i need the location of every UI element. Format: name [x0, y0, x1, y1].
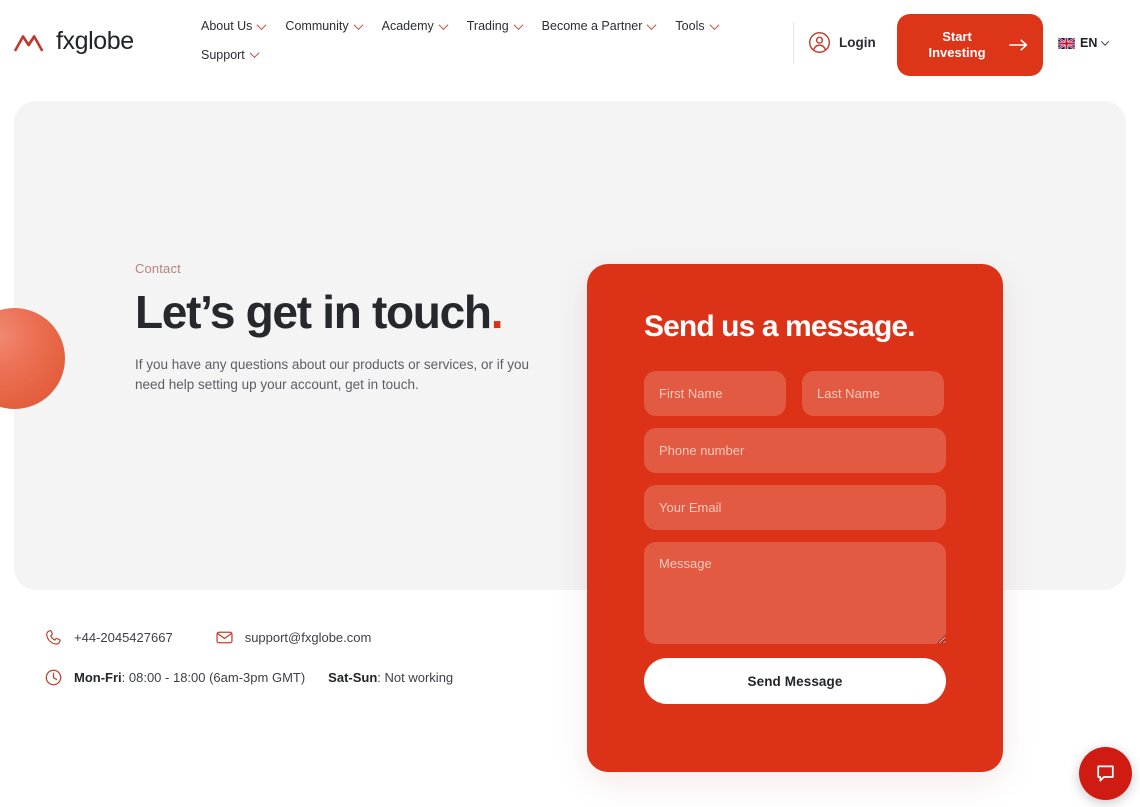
form-title: Send us a message. [644, 310, 916, 343]
email-input[interactable] [644, 485, 946, 530]
last-name-input[interactable] [802, 371, 944, 416]
hero-copy: Contact Let’s get in touch. If you have … [135, 261, 555, 394]
chevron-down-icon [438, 19, 449, 30]
hours-weekday-label: Mon-Fri [74, 670, 122, 685]
chevron-down-icon [353, 19, 364, 30]
contact-page: fxglobe About Us Community Academy Tradi… [0, 0, 1140, 807]
chevron-down-icon [646, 19, 657, 30]
nav-item-become-a-partner[interactable]: Become a Partner [533, 14, 667, 39]
site-logo[interactable]: fxglobe [14, 29, 134, 54]
chevron-down-icon [513, 19, 524, 30]
phone-icon [46, 630, 61, 645]
chevron-down-icon [709, 19, 720, 30]
main-navigation: About Us Community Academy Trading Becom… [192, 14, 792, 67]
phone-number: +44-2045427667 [74, 630, 173, 645]
logo-text: fxglobe [56, 27, 134, 55]
contact-info: +44-2045427667 support@fxglobe.com Mon-F… [44, 628, 483, 708]
office-hours: Mon-Fri: 08:00 - 18:00 (6am-3pm GMT) Sat… [44, 668, 453, 687]
message-textarea[interactable] [644, 542, 946, 644]
nav-item-community[interactable]: Community [276, 14, 372, 39]
contact-info-row-primary: +44-2045427667 support@fxglobe.com [44, 628, 483, 647]
phone-input[interactable] [644, 428, 946, 473]
phone-field-row [644, 428, 946, 473]
hours-weekday: Mon-Fri: 08:00 - 18:00 (6am-3pm GMT) [74, 670, 305, 685]
nav-item-about-us[interactable]: About Us [192, 14, 276, 39]
chat-bubble-icon [1097, 765, 1114, 782]
hours-weekend-value: : Not working [377, 670, 454, 685]
email-contact[interactable]: support@fxglobe.com [215, 628, 372, 647]
language-code: EN [1080, 36, 1098, 50]
site-header: fxglobe About Us Community Academy Tradi… [0, 0, 1140, 92]
send-message-button[interactable]: Send Message [644, 658, 946, 704]
hours-weekday-value: : 08:00 - 18:00 (6am-3pm GMT) [121, 670, 306, 685]
nav-item-trading[interactable]: Trading [458, 14, 533, 39]
login-button[interactable]: Login [808, 31, 876, 54]
nav-label: Community [285, 19, 349, 33]
header-divider [793, 22, 794, 64]
clock-icon [45, 669, 62, 686]
email-address: support@fxglobe.com [244, 630, 372, 645]
nav-label: Become a Partner [541, 19, 643, 33]
login-label: Login [839, 35, 876, 50]
page-title-dot: . [490, 286, 504, 338]
chevron-down-icon [1101, 37, 1110, 46]
nav-label: Academy [381, 19, 434, 33]
chat-widget-button[interactable] [1079, 747, 1132, 800]
user-circle-icon [809, 32, 830, 53]
page-title: Let’s get in touch. [135, 288, 555, 336]
hours-weekend-label: Sat-Sun [328, 670, 378, 685]
phone-contact[interactable]: +44-2045427667 [44, 628, 173, 647]
nav-label: Support [201, 47, 245, 62]
chevron-down-icon [256, 19, 267, 30]
arrow-right-icon [1009, 39, 1028, 51]
envelope-icon [216, 631, 233, 644]
nav-item-academy[interactable]: Academy [373, 14, 458, 39]
cta-label: Start Investing [928, 28, 986, 60]
name-field-row [644, 371, 946, 416]
first-name-input[interactable] [644, 371, 786, 416]
chevron-down-icon [249, 48, 260, 59]
uk-flag-icon [1058, 37, 1075, 49]
contact-info-row-hours: Mon-Fri: 08:00 - 18:00 (6am-3pm GMT) Sat… [44, 668, 483, 687]
nav-label: Tools [675, 19, 705, 33]
language-selector[interactable]: EN [1058, 36, 1110, 50]
page-title-text: Let’s get in touch [135, 286, 492, 338]
page-subtitle: If you have any questions about our prod… [135, 357, 529, 392]
email-field-row [644, 485, 946, 530]
nav-label: About Us [201, 19, 253, 33]
nav-item-support[interactable]: Support [192, 43, 792, 68]
page-eyebrow: Contact [135, 261, 181, 276]
hours-weekend: Sat-Sun: Not working [328, 670, 453, 685]
nav-item-tools[interactable]: Tools [666, 14, 728, 39]
nav-label: Trading [466, 19, 509, 33]
contact-form-card: Send us a message. Send Message [587, 264, 1003, 772]
mountain-peaks-icon [14, 34, 44, 51]
start-investing-button[interactable]: Start Investing [897, 14, 1043, 76]
